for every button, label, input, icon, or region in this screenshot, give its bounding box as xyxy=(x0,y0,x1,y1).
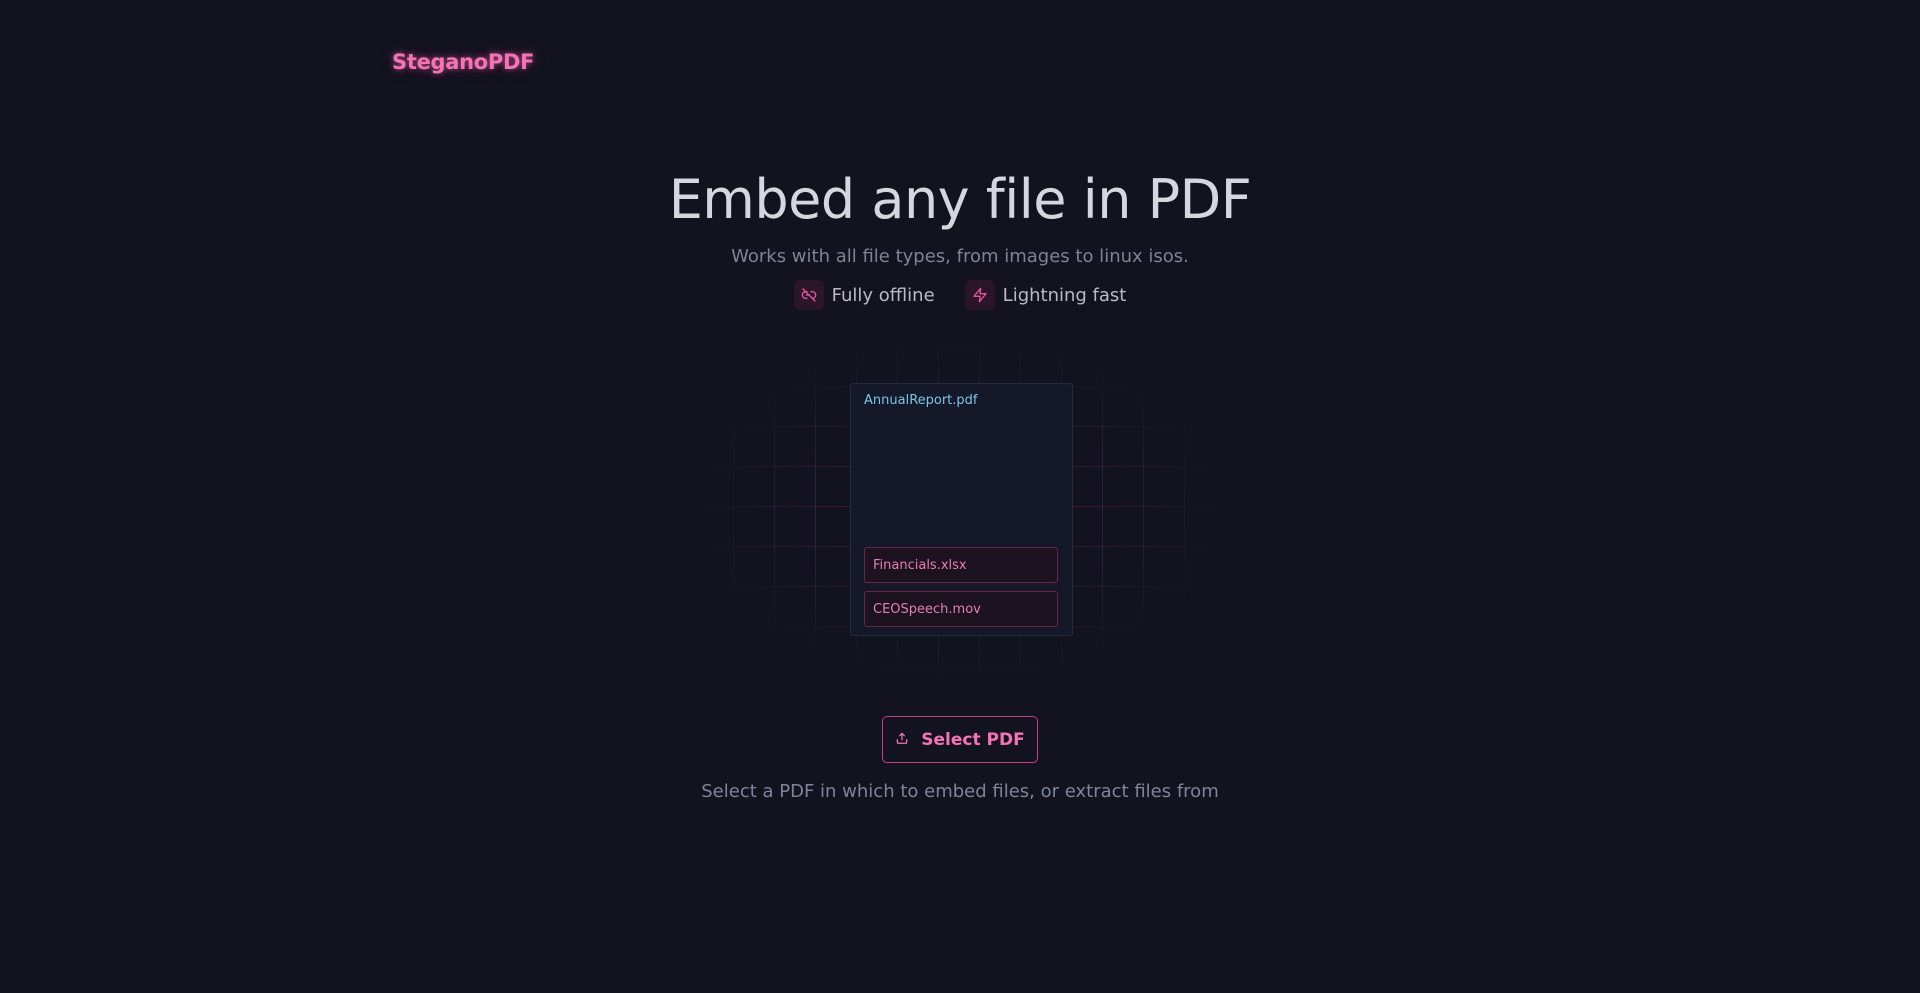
select-pdf-label: Select PDF xyxy=(921,729,1025,750)
feature-label: Lightning fast xyxy=(1002,284,1127,306)
page-title: Embed any file in PDF xyxy=(668,168,1252,231)
feature-label: Fully offline xyxy=(831,284,935,306)
helper-text: Select a PDF in which to embed files, or… xyxy=(701,781,1219,802)
page: SteganoPDF Embed any file in PDF Works w… xyxy=(0,0,1920,993)
embedded-file: Financials.xlsx xyxy=(864,547,1058,583)
page-subtitle: Works with all file types, from images t… xyxy=(731,246,1189,267)
embedded-file: CEOSpeech.mov xyxy=(864,591,1058,627)
feature-offline: Fully offline xyxy=(793,280,935,310)
select-pdf-button[interactable]: Select PDF xyxy=(882,716,1038,763)
lightning-icon xyxy=(964,280,995,310)
feature-list: Fully offline Lightning fast xyxy=(0,280,1920,310)
upload-icon xyxy=(895,730,909,750)
logo[interactable]: SteganoPDF xyxy=(392,50,534,74)
pdf-illustration: AnnualReport.pdf Financials.xlsx CEOSpee… xyxy=(850,383,1073,636)
link-off-icon xyxy=(793,280,824,310)
feature-fast: Lightning fast xyxy=(964,280,1127,310)
pdf-file-name: AnnualReport.pdf xyxy=(864,393,978,408)
